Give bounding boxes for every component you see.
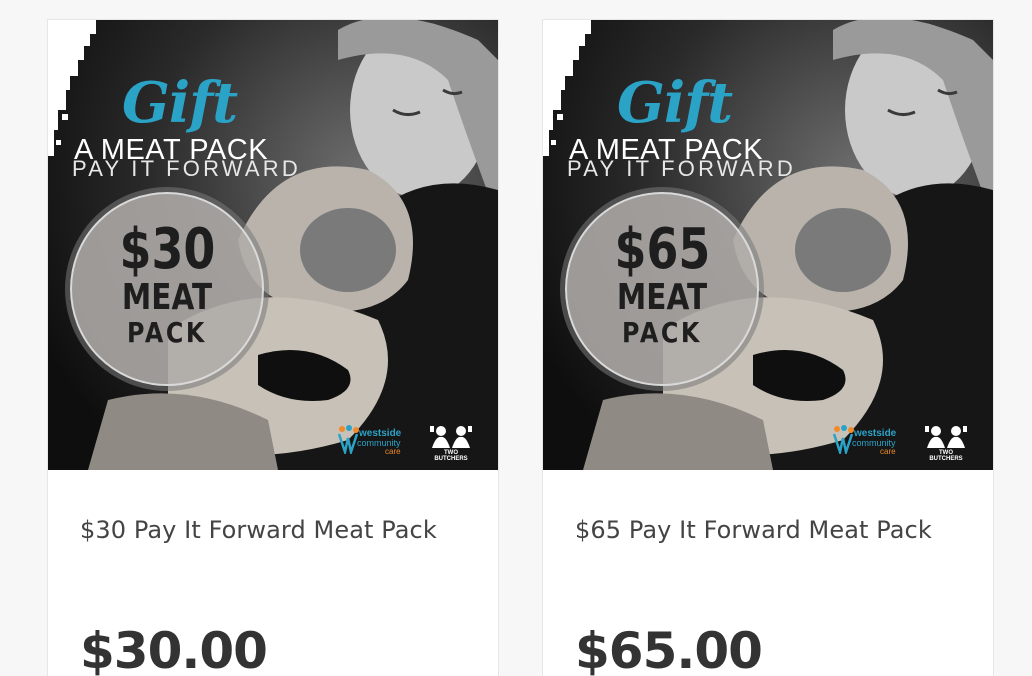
image-subline: PAY IT FORWARD xyxy=(72,156,301,181)
product-image[interactable]: Gift A MEAT PACK PAY IT FORWARD $65 MEAT… xyxy=(543,20,993,470)
logo-text-two-butchers: TWO BUTCHERS xyxy=(434,450,468,462)
badge-meat-text: MEAT xyxy=(616,277,708,318)
logo-text-care: care xyxy=(880,447,896,456)
butchers-icon xyxy=(430,426,472,448)
price-badge: $30 MEAT PACK xyxy=(70,192,264,386)
logo-text-care: care xyxy=(385,447,401,456)
price-badge: $65 MEAT PACK xyxy=(565,192,759,386)
two-butchers-logo: TWO BUTCHERS xyxy=(428,424,474,462)
product-price: $65.00 xyxy=(575,622,763,676)
westside-community-care-logo: westside community care xyxy=(832,424,912,460)
logo-text-two-butchers: TWO BUTCHERS xyxy=(929,450,963,462)
gift-script-text: Gift xyxy=(122,70,238,136)
gift-script-text: Gift xyxy=(617,70,733,136)
product-title[interactable]: $30 Pay It Forward Meat Pack xyxy=(80,512,466,548)
people-icon xyxy=(832,425,854,454)
product-title[interactable]: $65 Pay It Forward Meat Pack xyxy=(575,512,961,548)
two-butchers-logo: TWO BUTCHERS xyxy=(923,424,969,462)
product-price: $30.00 xyxy=(80,622,268,676)
image-subline: PAY IT FORWARD xyxy=(567,156,796,181)
badge-pack-text: PACK xyxy=(127,316,207,349)
product-info: $65 Pay It Forward Meat Pack $65.00 xyxy=(543,470,993,676)
badge-amount: $30 xyxy=(119,217,215,282)
badge-meat-text: MEAT xyxy=(121,277,213,318)
butchers-icon xyxy=(925,426,967,448)
product-grid: Gift A MEAT PACK PAY IT FORWARD $30 MEAT… xyxy=(47,19,994,676)
product-card[interactable]: Gift A MEAT PACK PAY IT FORWARD $65 MEAT… xyxy=(542,19,994,676)
product-card[interactable]: Gift A MEAT PACK PAY IT FORWARD $30 MEAT… xyxy=(47,19,499,676)
westside-community-care-logo: westside community care xyxy=(337,424,417,460)
badge-amount: $65 xyxy=(614,217,710,282)
people-icon xyxy=(337,425,359,454)
badge-pack-text: PACK xyxy=(622,316,702,349)
product-info: $30 Pay It Forward Meat Pack $30.00 xyxy=(48,470,498,676)
product-image[interactable]: Gift A MEAT PACK PAY IT FORWARD $30 MEAT… xyxy=(48,20,498,470)
